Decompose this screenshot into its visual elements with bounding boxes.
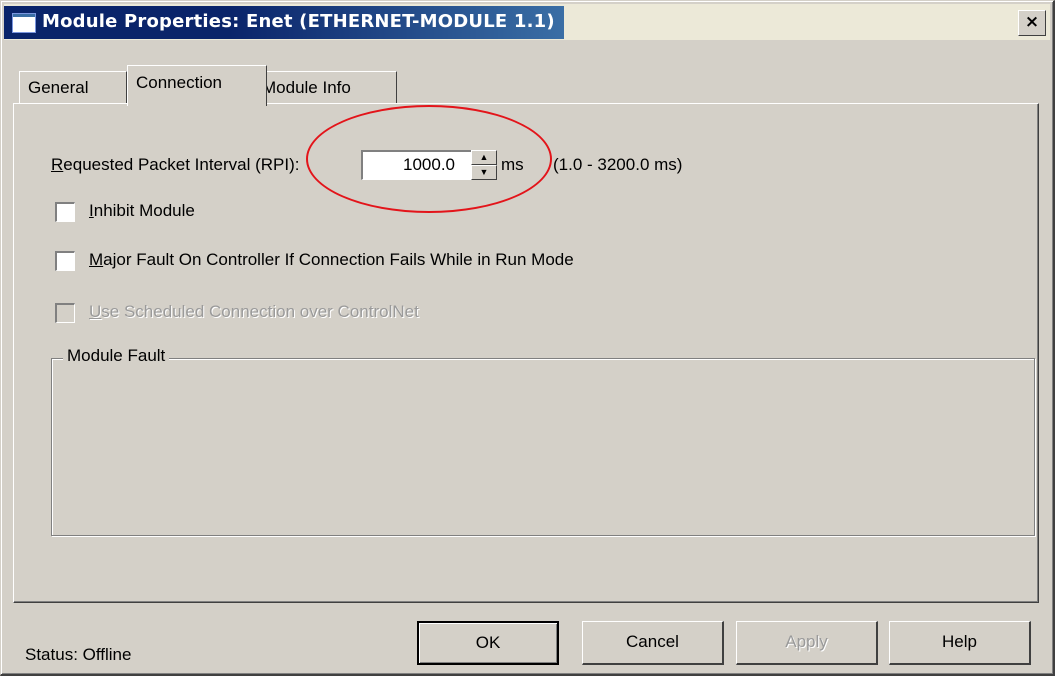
ok-button[interactable]: OK (417, 621, 559, 665)
scheduled-connection-label: Use Scheduled Connection over ControlNet (89, 302, 419, 321)
spin-down-arrow-icon[interactable]: ▼ (471, 165, 497, 180)
rpi-unit: ms (501, 155, 524, 174)
cancel-button[interactable]: Cancel (582, 621, 724, 665)
module-fault-title: Module Fault (63, 346, 170, 366)
tab-general[interactable]: General (19, 71, 127, 104)
module-fault-groupbox (51, 358, 1035, 536)
window-icon (12, 13, 36, 33)
major-fault-label: Major Fault On Controller If Connection … (89, 250, 574, 269)
rpi-spinner[interactable]: ▲ ▼ (471, 150, 497, 180)
tab-connection[interactable]: Connection (127, 65, 267, 106)
help-button[interactable]: Help (889, 621, 1031, 665)
inhibit-module-checkbox[interactable] (55, 202, 75, 222)
close-button[interactable]: × (1018, 10, 1046, 36)
spin-up-arrow-icon[interactable]: ▲ (471, 150, 497, 165)
major-fault-checkbox[interactable] (55, 251, 75, 271)
rpi-range: (1.0 - 3200.0 ms) (553, 155, 683, 174)
rpi-value: 1000.0 (403, 155, 455, 174)
rpi-input[interactable]: 1000.0 (361, 150, 473, 180)
close-icon: × (1024, 12, 1040, 32)
tab-module-info[interactable]: Module Info (253, 71, 397, 104)
module-properties-dialog: Module Properties: Enet (ETHERNET-MODULE… (0, 0, 1055, 676)
inhibit-module-label: Inhibit Module (89, 201, 195, 220)
window-title: Module Properties: Enet (ETHERNET-MODULE… (42, 11, 555, 32)
status-text: Status: Offline (25, 645, 132, 664)
rpi-label: Requested Packet Interval (RPI): (51, 155, 300, 174)
scheduled-connection-checkbox (55, 303, 75, 323)
apply-button: Apply (736, 621, 878, 665)
title-bar[interactable]: Module Properties: Enet (ETHERNET-MODULE… (4, 4, 1050, 40)
